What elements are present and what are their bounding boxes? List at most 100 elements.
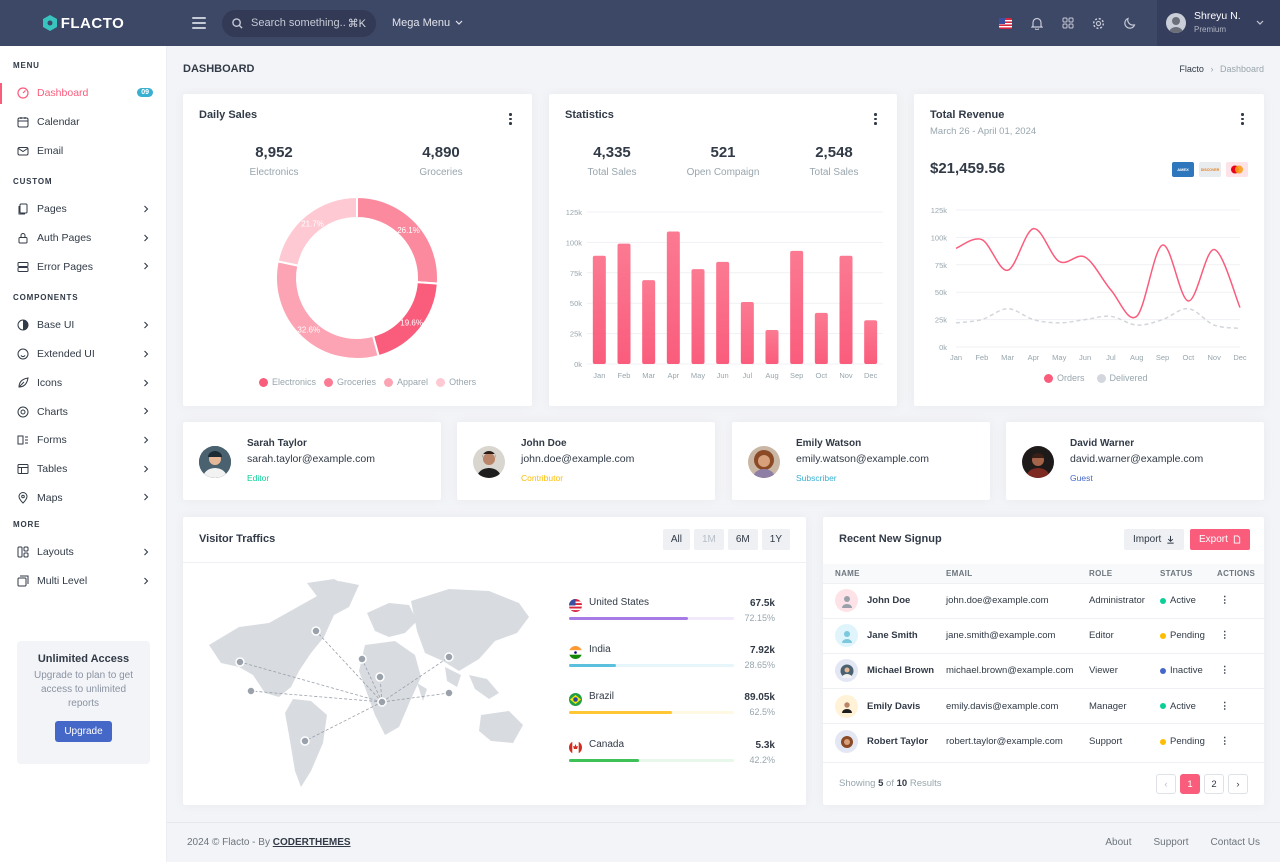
revenue-amount: $21,459.56 [930,160,1006,177]
us-flag-icon[interactable] [990,0,1021,46]
legend-item[interactable]: Delivered [1096,373,1148,383]
sidebar-item-tables[interactable]: Tables [0,455,166,484]
filter-1y-button[interactable]: 1Y [761,529,790,550]
import-button[interactable]: Import [1124,529,1185,550]
sidebar-item-email[interactable]: Email [0,136,166,165]
column-header: ACTIONS [1217,564,1264,583]
footer-link-about[interactable]: About [1105,837,1131,848]
legend-item[interactable]: Others [436,377,476,387]
y-tick-label: 100k [566,238,583,247]
mastercard-icon [1226,162,1248,177]
legend-item[interactable]: Apparel [384,377,428,387]
user-role: Manager [1089,688,1160,724]
more-vertical-icon[interactable]: ⋮ [1217,595,1230,606]
form-icon [17,434,29,446]
sidebar-item-label: Email [37,144,64,157]
filter-6m-button[interactable]: 6M [727,529,758,550]
y-tick-label: 100k [931,233,948,242]
sidebar-item-charts[interactable]: Charts [0,397,166,426]
page-button-2[interactable]: 2 [1204,774,1224,794]
user-card[interactable]: Emily Watson emily.watson@example.com Su… [732,422,990,500]
footer: 2024 © Flacto - By CODERTHEMES About Sup… [167,822,1280,862]
column-header[interactable]: ROLE [1089,564,1160,583]
progress-fill [569,711,673,714]
more-vertical-icon[interactable]: ⋮ [1217,736,1230,747]
summary-count: 5 [878,778,884,789]
moon-icon[interactable] [1114,0,1145,46]
brand-link[interactable]: CODERTHEMES [273,837,351,848]
country-name: United States [589,597,650,608]
next-page-button[interactable]: › [1228,774,1248,794]
breadcrumb-home[interactable]: Flacto [1179,64,1204,74]
gear-icon[interactable] [1083,0,1114,46]
user-menu[interactable]: Shreyu N. Premium [1157,0,1280,46]
table-row[interactable]: Michael Brown michael.brown@example.com … [823,652,1264,689]
stat-value: 4,890 [422,144,460,161]
sidebar-item-pages[interactable]: Pages [0,195,166,224]
more-vertical-icon[interactable] [874,113,877,127]
sidebar-item-icons[interactable]: Icons [0,369,166,398]
apps-icon[interactable] [1052,0,1083,46]
user-card[interactable]: David Warner david.warner@example.com Gu… [1006,422,1264,500]
sidebar-item-base-ui[interactable]: Base UI [0,311,166,340]
copyright-text: 2024 © Flacto - By [187,837,270,848]
pagination-summary: Showing 5 of 10 Results [839,778,942,789]
status-label: Active [1170,700,1196,712]
column-header[interactable]: NAME [823,564,946,583]
legend-item[interactable]: Orders [1044,373,1085,383]
logo[interactable]: FLACTO [0,0,167,46]
sidebar-item-forms[interactable]: Forms [0,426,166,455]
legend-label: Delivered [1109,373,1148,383]
sidebar-item-calendar[interactable]: Calendar [0,108,166,137]
chevron-right-icon [144,321,149,329]
more-vertical-icon[interactable]: ⋮ [1217,630,1230,641]
more-vertical-icon[interactable] [509,113,512,127]
user-email: john.doe@example.com [946,582,1089,619]
more-vertical-icon[interactable] [1241,113,1244,127]
export-button[interactable]: Export [1190,529,1250,550]
payment-cards: AMEX DISCOVER [1167,162,1248,177]
column-header[interactable]: STATUS [1160,564,1217,583]
user-name: Shreyu N. [1194,10,1241,22]
sidebar-item-error-pages[interactable]: Error Pages [0,252,166,281]
legend-item[interactable]: Groceries [324,377,376,387]
table-row[interactable]: Jane Smith jane.smith@example.com Editor… [823,617,1264,654]
signup-table: NAME EMAIL ROLE STATUS ACTIONS John Doe … [823,564,1264,759]
filter-1m-button[interactable]: 1M [693,529,724,550]
footer-link-contact[interactable]: Contact Us [1211,837,1260,848]
search-input[interactable]: Search something.. ⌘K [222,9,376,37]
x-tick-label: Apr [1028,353,1040,362]
filter-all-button[interactable]: All [662,529,690,550]
table-row[interactable]: Emily Davis emily.davis@example.com Mana… [823,688,1264,724]
x-tick-label: Jan [950,353,962,362]
divider [183,562,806,563]
card-title: Total Revenue [930,109,1005,121]
sidebar-item-layouts[interactable]: Layouts [0,538,166,567]
chevron-down-icon [455,20,463,25]
page-button-1[interactable]: 1 [1180,774,1200,794]
footer-link-support[interactable]: Support [1154,837,1189,848]
bell-icon[interactable] [1021,0,1052,46]
user-name: Sarah Taylor [247,438,307,449]
file-icon [1233,535,1241,544]
table-row[interactable]: Robert Taylor robert.taylor@example.com … [823,723,1264,759]
more-vertical-icon[interactable]: ⋮ [1217,665,1230,676]
sidebar-item-auth-pages[interactable]: Auth Pages [0,224,166,253]
menu-toggle-icon[interactable] [192,17,206,29]
table-row[interactable]: John Doe john.doe@example.com Administra… [823,582,1264,619]
user-email: sarah.taylor@example.com [247,453,375,465]
status-label: Pending [1170,630,1205,642]
sidebar-item-dashboard[interactable]: Dashboard 09 [0,79,166,108]
column-header[interactable]: EMAIL [946,564,1089,583]
user-card[interactable]: John Doe john.doe@example.com Contributo… [457,422,715,500]
upgrade-button[interactable]: Upgrade [55,721,112,742]
legend-item[interactable]: Electronics [259,377,316,387]
avatar [835,659,858,683]
mega-menu-button[interactable]: Mega Menu [392,17,463,29]
more-vertical-icon[interactable]: ⋮ [1217,701,1230,712]
user-card[interactable]: Sarah Taylor sarah.taylor@example.com Ed… [183,422,441,500]
sidebar-item-extended-ui[interactable]: Extended UI [0,340,166,369]
sidebar-item-maps[interactable]: Maps [0,483,166,512]
sidebar-item-multi-level[interactable]: Multi Level [0,567,166,596]
prev-page-button[interactable]: ‹ [1156,774,1176,794]
